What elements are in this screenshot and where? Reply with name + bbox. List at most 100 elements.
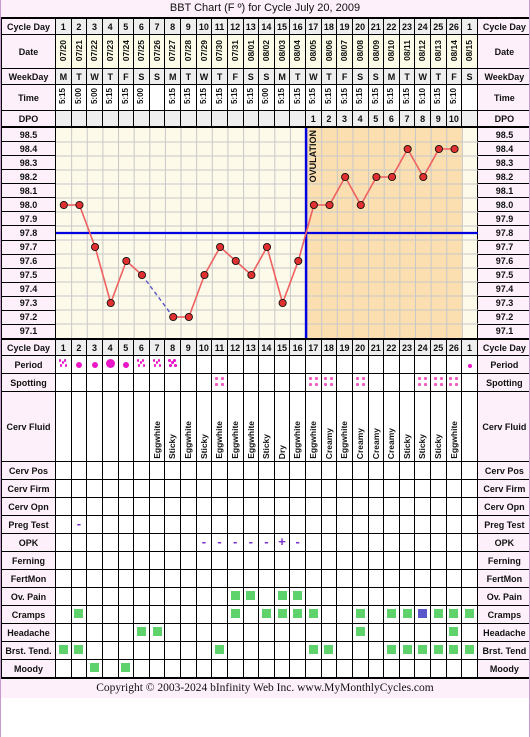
opk-cell-23[interactable] bbox=[398, 533, 416, 552]
cerv-opn-cell-13[interactable] bbox=[242, 497, 260, 516]
opk-cell-9[interactable] bbox=[180, 533, 197, 552]
bbt-point[interactable] bbox=[294, 256, 303, 266]
moody-cell-16[interactable] bbox=[289, 659, 306, 678]
fertmon-cell-14[interactable] bbox=[258, 569, 275, 588]
cerv-pos-cell-26[interactable] bbox=[445, 461, 463, 480]
cramps-cell-1[interactable] bbox=[55, 605, 72, 624]
opk-cell-11[interactable]: - bbox=[211, 533, 228, 552]
cerv-firm-cell-13[interactable] bbox=[242, 479, 260, 498]
preg-test-cell-20[interactable] bbox=[351, 515, 369, 534]
brst-tend-cell-22[interactable] bbox=[383, 641, 400, 660]
period-cell-7[interactable] bbox=[148, 355, 166, 374]
opk-cell-16[interactable]: - bbox=[289, 533, 306, 552]
brst-tend-cell-4[interactable] bbox=[101, 641, 119, 660]
opk-cell-22[interactable] bbox=[383, 533, 400, 552]
cerv-firm-cell-26[interactable] bbox=[445, 479, 463, 498]
spotting-cell-20[interactable] bbox=[351, 373, 369, 392]
headache-cell-16[interactable] bbox=[289, 623, 306, 642]
ferning-cell-3[interactable] bbox=[86, 551, 103, 570]
cerv-pos-cell-24[interactable] bbox=[414, 461, 431, 480]
spotting-cell-25[interactable] bbox=[430, 373, 447, 392]
cerv-opn-cell-9[interactable] bbox=[180, 497, 197, 516]
brst-tend-cell-27[interactable] bbox=[461, 641, 478, 660]
ferning-cell-11[interactable] bbox=[211, 551, 228, 570]
bbt-point[interactable] bbox=[137, 270, 147, 280]
cerv-fluid-cell-26[interactable]: Eggwhite bbox=[445, 391, 463, 462]
ov-pain-cell-18[interactable] bbox=[320, 587, 338, 606]
cerv-fluid-cell-24[interactable]: Sticky bbox=[414, 391, 431, 462]
opk-cell-25[interactable] bbox=[430, 533, 447, 552]
cramps-cell-5[interactable] bbox=[117, 605, 135, 624]
moody-cell-9[interactable] bbox=[180, 659, 197, 678]
headache-cell-25[interactable] bbox=[430, 623, 447, 642]
period-cell-27[interactable] bbox=[461, 355, 478, 374]
opk-cell-24[interactable] bbox=[414, 533, 431, 552]
cerv-opn-cell-11[interactable] bbox=[211, 497, 228, 516]
fertmon-cell-8[interactable] bbox=[164, 569, 181, 588]
cramps-cell-14[interactable] bbox=[258, 605, 275, 624]
opk-cell-3[interactable] bbox=[86, 533, 103, 552]
cramps-cell-2[interactable] bbox=[70, 605, 88, 624]
moody-cell-4[interactable] bbox=[101, 659, 119, 678]
cerv-firm-cell-6[interactable] bbox=[133, 479, 150, 498]
period-cell-1[interactable] bbox=[55, 355, 72, 374]
fertmon-cell-4[interactable] bbox=[101, 569, 119, 588]
brst-tend-cell-1[interactable] bbox=[55, 641, 72, 660]
headache-cell-10[interactable] bbox=[195, 623, 213, 642]
preg-test-cell-3[interactable] bbox=[86, 515, 103, 534]
fertmon-cell-22[interactable] bbox=[383, 569, 400, 588]
ov-pain-cell-26[interactable] bbox=[445, 587, 463, 606]
preg-test-cell-14[interactable] bbox=[258, 515, 275, 534]
fertmon-cell-1[interactable] bbox=[55, 569, 72, 588]
bbt-point[interactable] bbox=[91, 242, 100, 252]
cerv-pos-cell-23[interactable] bbox=[398, 461, 416, 480]
ferning-cell-10[interactable] bbox=[195, 551, 213, 570]
opk-cell-12[interactable]: - bbox=[226, 533, 244, 552]
brst-tend-cell-23[interactable] bbox=[398, 641, 416, 660]
moody-cell-12[interactable] bbox=[226, 659, 244, 678]
preg-test-cell-1[interactable] bbox=[55, 515, 72, 534]
preg-test-cell-11[interactable] bbox=[211, 515, 228, 534]
spotting-cell-16[interactable] bbox=[289, 373, 306, 392]
opk-cell-15[interactable]: + bbox=[273, 533, 291, 552]
period-cell-18[interactable] bbox=[320, 355, 338, 374]
cerv-fluid-cell-9[interactable]: Eggwhite bbox=[180, 391, 197, 462]
cerv-pos-cell-1[interactable] bbox=[55, 461, 72, 480]
preg-test-cell-6[interactable] bbox=[133, 515, 150, 534]
cerv-fluid-cell-11[interactable]: Eggwhite bbox=[211, 391, 228, 462]
cerv-fluid-cell-22[interactable]: Creamy bbox=[383, 391, 400, 462]
bbt-point[interactable] bbox=[278, 298, 287, 308]
preg-test-cell-8[interactable] bbox=[164, 515, 181, 534]
opk-cell-21[interactable] bbox=[367, 533, 385, 552]
brst-tend-cell-26[interactable] bbox=[445, 641, 463, 660]
ferning-cell-15[interactable] bbox=[273, 551, 291, 570]
ferning-cell-16[interactable] bbox=[289, 551, 306, 570]
spotting-cell-7[interactable] bbox=[148, 373, 166, 392]
preg-test-cell-26[interactable] bbox=[445, 515, 463, 534]
fertmon-cell-25[interactable] bbox=[430, 569, 447, 588]
fertmon-cell-17[interactable] bbox=[305, 569, 322, 588]
preg-test-cell-10[interactable] bbox=[195, 515, 213, 534]
moody-cell-11[interactable] bbox=[211, 659, 228, 678]
ferning-cell-20[interactable] bbox=[351, 551, 369, 570]
ov-pain-cell-24[interactable] bbox=[414, 587, 431, 606]
bbt-point[interactable] bbox=[106, 298, 115, 308]
brst-tend-cell-8[interactable] bbox=[164, 641, 181, 660]
cerv-fluid-cell-27[interactable] bbox=[461, 391, 478, 462]
cerv-firm-cell-15[interactable] bbox=[273, 479, 291, 498]
ferning-cell-25[interactable] bbox=[430, 551, 447, 570]
cramps-cell-26[interactable] bbox=[445, 605, 463, 624]
ferning-cell-21[interactable] bbox=[367, 551, 385, 570]
headache-cell-3[interactable] bbox=[86, 623, 103, 642]
cerv-pos-cell-11[interactable] bbox=[211, 461, 228, 480]
moody-cell-8[interactable] bbox=[164, 659, 181, 678]
moody-cell-26[interactable] bbox=[445, 659, 463, 678]
spotting-cell-3[interactable] bbox=[86, 373, 103, 392]
spotting-cell-15[interactable] bbox=[273, 373, 291, 392]
cerv-fluid-cell-4[interactable] bbox=[101, 391, 119, 462]
moody-cell-10[interactable] bbox=[195, 659, 213, 678]
headache-cell-9[interactable] bbox=[180, 623, 197, 642]
cramps-cell-11[interactable] bbox=[211, 605, 228, 624]
ov-pain-cell-2[interactable] bbox=[70, 587, 88, 606]
cerv-opn-cell-26[interactable] bbox=[445, 497, 463, 516]
